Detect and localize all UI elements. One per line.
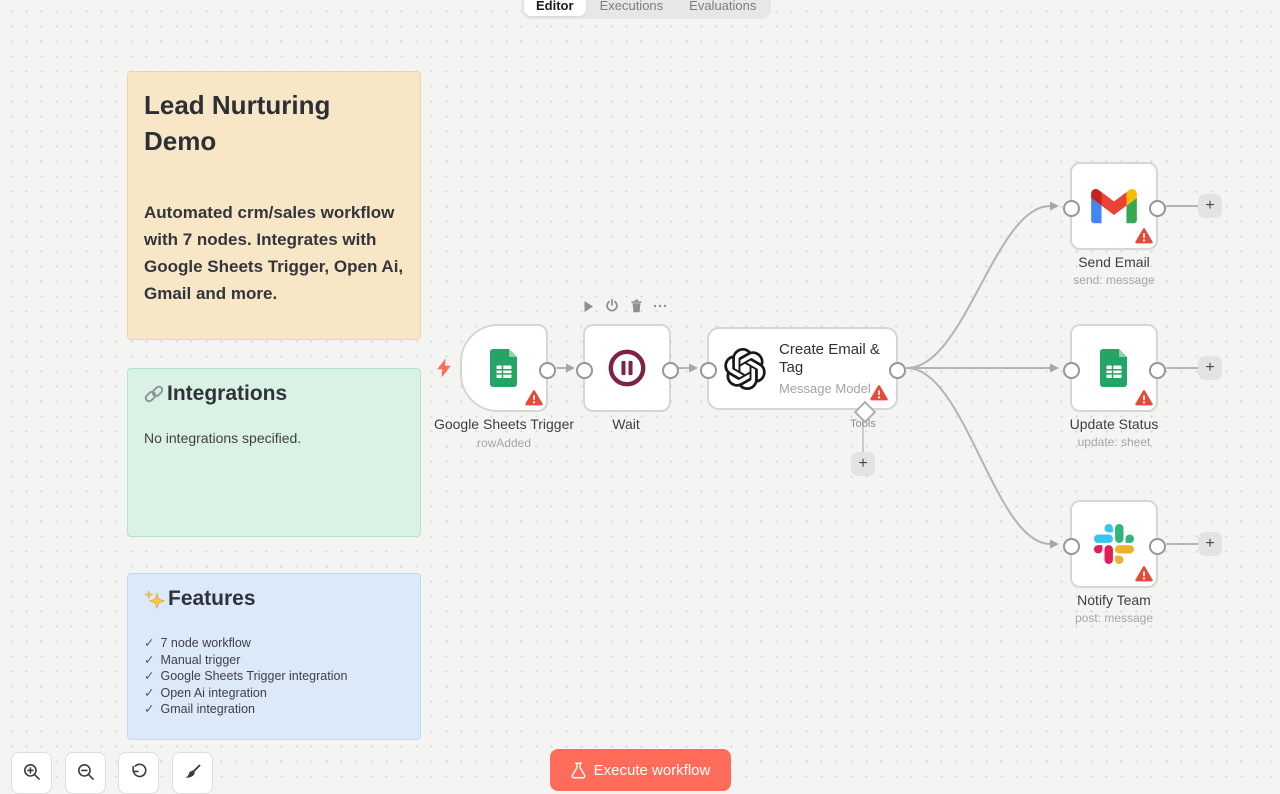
flask-icon (571, 762, 586, 779)
note-overview-body: Automated crm/sales workflow with 7 node… (144, 199, 404, 307)
gmail-icon (1091, 189, 1137, 224)
output-port[interactable] (1149, 362, 1166, 379)
google-sheets-icon (1099, 349, 1129, 387)
input-port[interactable] (1063, 538, 1080, 555)
input-port[interactable] (1063, 362, 1080, 379)
tab-editor[interactable]: Editor (524, 0, 586, 16)
trash-icon[interactable] (629, 299, 643, 313)
node-subtitle-send-email: send: message (1004, 273, 1224, 287)
feature-item: ✓ 7 node workflow (144, 635, 404, 652)
note-integrations-body: No integrations specified. (144, 430, 404, 446)
input-port[interactable] (700, 362, 717, 379)
node-label-wait: Wait (516, 416, 736, 432)
power-icon[interactable] (605, 299, 619, 313)
warning-icon (1135, 390, 1153, 406)
node-label-notify-team: Notify Team (1004, 592, 1224, 608)
node-subtitle-update-status: update: sheet (1004, 435, 1224, 449)
add-node-button[interactable]: + (1198, 532, 1222, 556)
output-port[interactable] (1149, 200, 1166, 217)
output-port[interactable] (1149, 538, 1166, 555)
add-tool-button[interactable]: + (851, 452, 875, 476)
warning-icon (1135, 566, 1153, 582)
input-port[interactable] (1063, 200, 1080, 217)
view-tabbar: Editor Executions Evaluations (521, 0, 771, 19)
tab-executions[interactable]: Executions (588, 0, 676, 16)
node-send-email[interactable] (1070, 162, 1158, 250)
google-sheets-icon (489, 349, 519, 387)
node-wait[interactable] (583, 324, 671, 412)
warning-icon (870, 385, 888, 401)
check-icon: ✓ (144, 685, 154, 702)
feature-item: ✓ Manual trigger (144, 652, 404, 669)
link-icon (144, 384, 164, 404)
execute-workflow-label: Execute workflow (594, 762, 711, 779)
node-update-status[interactable] (1070, 324, 1158, 412)
output-port[interactable] (539, 362, 556, 379)
feature-item: ✓ Open Ai integration (144, 685, 404, 702)
sticky-note-integrations[interactable]: Integrations No integrations specified. (127, 368, 421, 537)
zoom-in-button[interactable] (11, 752, 52, 794)
feature-item: ✓ Gmail integration (144, 701, 404, 718)
feature-list: ✓ 7 node workflow ✓ Manual trigger ✓ Goo… (144, 635, 404, 718)
tidy-up-button[interactable] (172, 752, 213, 794)
undo-button[interactable] (118, 752, 159, 794)
node-label-update-status: Update Status (1004, 416, 1224, 432)
sticky-note-features[interactable]: Features ✓ 7 node workflow ✓ Manual trig… (127, 573, 421, 740)
sparkles-icon (144, 590, 165, 609)
tab-evaluations[interactable]: Evaluations (677, 0, 768, 16)
more-options-icon[interactable] (653, 299, 667, 313)
node-subtitle-notify-team: post: message (1004, 611, 1224, 625)
sticky-note-overview[interactable]: Lead Nurturing Demo Automated crm/sales … (127, 71, 421, 340)
node-title-create-email-tag: Create Email & Tag (779, 341, 889, 377)
add-node-button[interactable]: + (1198, 356, 1222, 380)
output-port[interactable] (889, 362, 906, 379)
check-icon: ✓ (144, 701, 154, 718)
pause-icon (606, 347, 648, 389)
openai-icon (724, 348, 766, 390)
note-overview-title: Lead Nurturing Demo (144, 87, 404, 159)
trigger-bolt-icon (436, 358, 452, 378)
zoom-out-button[interactable] (65, 752, 106, 794)
add-node-button[interactable]: + (1198, 194, 1222, 218)
node-toolbar (581, 299, 667, 313)
check-icon: ✓ (144, 668, 154, 685)
node-notify-team[interactable] (1070, 500, 1158, 588)
note-integrations-title: Integrations (167, 382, 287, 406)
node-google-sheets-trigger[interactable] (460, 324, 548, 412)
input-port[interactable] (576, 362, 593, 379)
output-port[interactable] (662, 362, 679, 379)
note-features-title: Features (168, 587, 256, 611)
play-icon[interactable] (581, 299, 595, 313)
execute-workflow-button[interactable]: Execute workflow (550, 749, 731, 791)
feature-item: ✓ Google Sheets Trigger integration (144, 668, 404, 685)
node-create-email-tag[interactable]: Create Email & Tag Message Model (707, 327, 898, 410)
slack-icon (1094, 524, 1134, 564)
check-icon: ✓ (144, 635, 154, 652)
node-label-send-email: Send Email (1004, 254, 1224, 270)
check-icon: ✓ (144, 652, 154, 669)
node-subtitle-google-sheets-trigger: rowAdded (394, 436, 614, 450)
warning-icon (525, 390, 543, 406)
warning-icon (1135, 228, 1153, 244)
workflow-canvas[interactable]: Editor Executions Evaluations Lead Nurtu… (0, 0, 1280, 780)
